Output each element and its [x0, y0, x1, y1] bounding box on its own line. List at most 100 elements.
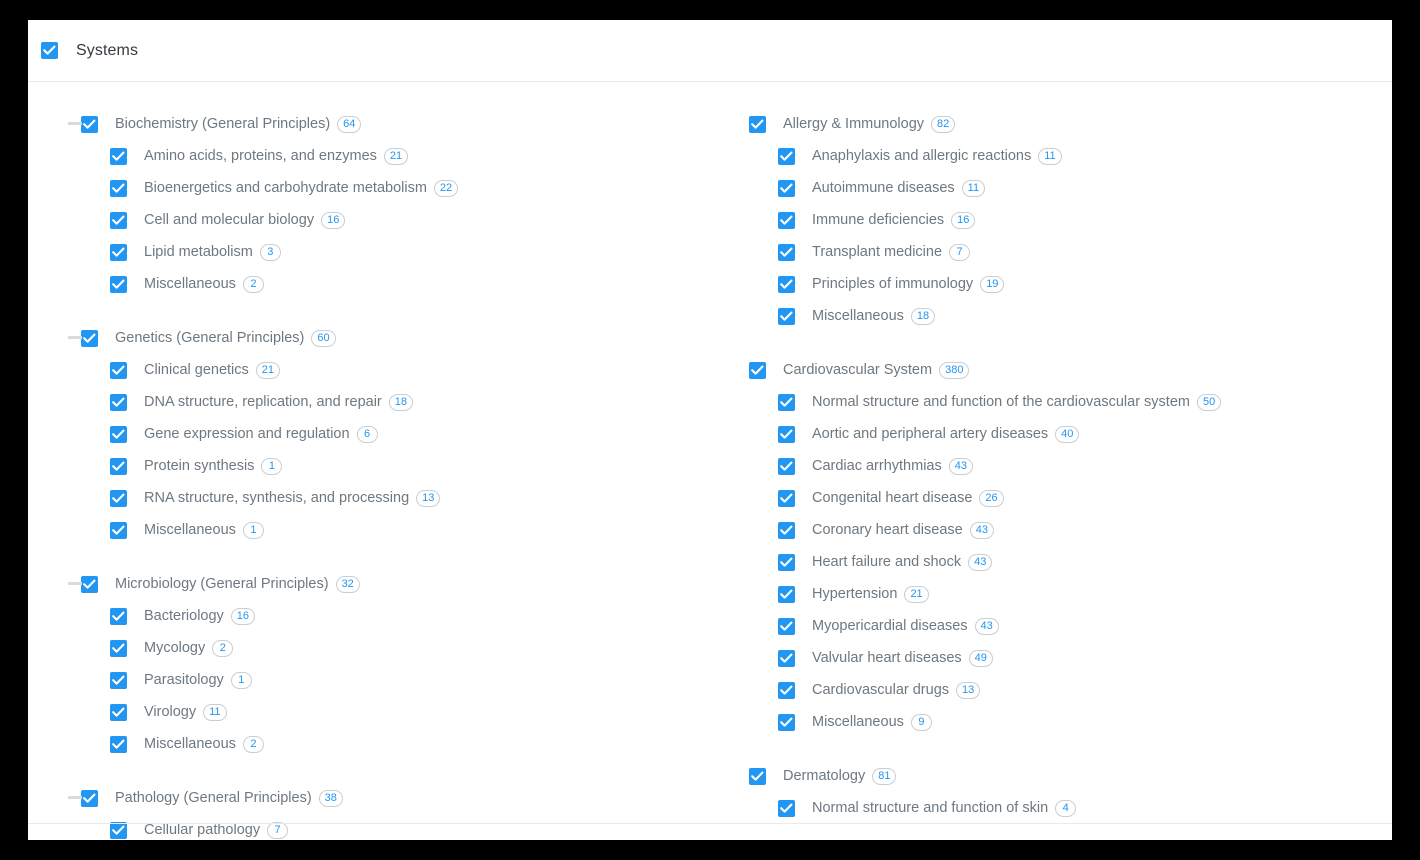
minus-collapse-icon[interactable] — [68, 582, 82, 585]
group-checkbox-cardiovascular-system[interactable] — [749, 361, 766, 379]
system-subtopic-row[interactable]: Normal structure and function of skin 4 — [749, 792, 1392, 824]
subtopic-checkbox-cell-and-molecular-biology[interactable] — [110, 211, 127, 229]
system-subtopic-row[interactable]: Parasitology 1 — [81, 664, 710, 696]
system-subtopic-row[interactable]: Cardiovascular drugs 13 — [749, 674, 1392, 706]
system-subtopic-row[interactable]: Bioenergetics and carbohydrate metabolis… — [81, 172, 710, 204]
subtopic-checkbox-normal-structure-and-function-of-the-cardiov[interactable] — [778, 393, 795, 411]
subtopic-label: Valvular heart diseases — [812, 650, 962, 666]
subtopic-checkbox-principles-of-immunology[interactable] — [778, 275, 795, 293]
subtopic-label: Amino acids, proteins, and enzymes — [144, 148, 377, 164]
system-group-row[interactable]: Biochemistry (General Principles) 64 — [81, 108, 710, 140]
system-subtopic-row[interactable]: Immune deficiencies 16 — [749, 204, 1392, 236]
system-subtopic-row[interactable]: Mycology 2 — [81, 632, 710, 664]
system-subtopic-row[interactable]: Miscellaneous 2 — [81, 268, 710, 300]
subtopic-checkbox-gene-expression-and-regulation[interactable] — [110, 425, 127, 443]
system-subtopic-row[interactable]: Aortic and peripheral artery diseases 40 — [749, 418, 1392, 450]
systems-column-right: Allergy & Immunology 82 Anaphylaxis and al… — [710, 108, 1392, 839]
subtopic-checkbox-myopericardial-diseases[interactable] — [778, 617, 795, 635]
question-count-badge: 1 — [230, 671, 252, 689]
system-group-row[interactable]: Cardiovascular System 380 — [749, 354, 1392, 386]
subtopic-checkbox-congenital-heart-disease[interactable] — [778, 489, 795, 507]
system-subtopic-row[interactable]: Principles of immunology 19 — [749, 268, 1392, 300]
subtopic-checkbox-transplant-medicine[interactable] — [778, 243, 795, 261]
system-group-row[interactable]: Pathology (General Principles) 38 — [81, 782, 710, 814]
system-subtopic-row[interactable]: Coronary heart disease 43 — [749, 514, 1392, 546]
system-subtopic-row[interactable]: Cardiac arrhythmias 43 — [749, 450, 1392, 482]
system-subtopic-row[interactable]: Virology 11 — [81, 696, 710, 728]
subtopic-checkbox-protein-synthesis[interactable] — [110, 457, 127, 475]
system-subtopic-row[interactable]: Amino acids, proteins, and enzymes 21 — [81, 140, 710, 172]
subtopic-checkbox-cellular-pathology[interactable] — [110, 821, 127, 839]
system-subtopic-row[interactable]: DNA structure, replication, and repair 18 — [81, 386, 710, 418]
subtopic-checkbox-lipid-metabolism[interactable] — [110, 243, 127, 261]
system-group-row[interactable]: Genetics (General Principles) 60 — [81, 322, 710, 354]
system-group-allergy-immunology: Allergy & Immunology 82 Anaphylaxis and al… — [749, 108, 1392, 332]
group-checkbox-biochemistry-general-principles[interactable] — [81, 115, 98, 133]
system-subtopic-row[interactable]: Autoimmune diseases 11 — [749, 172, 1392, 204]
subtopic-checkbox-coronary-heart-disease[interactable] — [778, 521, 795, 539]
minus-collapse-icon[interactable] — [68, 796, 82, 799]
system-subtopic-row[interactable]: Valvular heart diseases 49 — [749, 642, 1392, 674]
subtopic-checkbox-rna-structure-synthesis-and-processing[interactable] — [110, 489, 127, 507]
group-checkbox-genetics-general-principles[interactable] — [81, 329, 98, 347]
subtopic-checkbox-miscellaneous[interactable] — [110, 735, 127, 753]
question-count-badge: 16 — [951, 211, 976, 229]
subtopic-label: Protein synthesis — [144, 458, 255, 474]
system-subtopic-row[interactable]: Transplant medicine 7 — [749, 236, 1392, 268]
system-subtopic-row[interactable]: Anaphylaxis and allergic reactions 11 — [749, 140, 1392, 172]
subtopic-label: Cell and molecular biology — [144, 212, 315, 228]
subtopic-checkbox-amino-acids-proteins-and-enzymes[interactable] — [110, 147, 127, 165]
system-subtopic-row[interactable]: Gene expression and regulation 6 — [81, 418, 710, 450]
minus-collapse-icon[interactable] — [68, 336, 82, 339]
subtopic-label: Lipid metabolism — [144, 244, 253, 260]
system-subtopic-row[interactable]: Normal structure and function of the car… — [749, 386, 1392, 418]
system-group-row[interactable]: Allergy & Immunology 82 — [749, 108, 1392, 140]
system-subtopic-row[interactable]: Hypertension 21 — [749, 578, 1392, 610]
system-subtopic-row[interactable]: Lipid metabolism 3 — [81, 236, 710, 268]
system-subtopic-row[interactable]: Miscellaneous 18 — [749, 300, 1392, 332]
subtopic-checkbox-virology[interactable] — [110, 703, 127, 721]
system-subtopic-row[interactable]: Cellular pathology 7 — [81, 814, 710, 840]
subtopic-checkbox-miscellaneous[interactable] — [778, 713, 795, 731]
group-checkbox-dermatology[interactable] — [749, 767, 766, 785]
subtopic-checkbox-cardiovascular-drugs[interactable] — [778, 681, 795, 699]
subtopic-checkbox-parasitology[interactable] — [110, 671, 127, 689]
system-subtopic-row[interactable]: Cell and molecular biology 16 — [81, 204, 710, 236]
subtopic-checkbox-dna-structure-replication-and-repair[interactable] — [110, 393, 127, 411]
group-checkbox-pathology-general-principles[interactable] — [81, 789, 98, 807]
group-checkbox-allergy-immunology[interactable] — [749, 115, 766, 133]
subtopic-checkbox-cardiac-arrhythmias[interactable] — [778, 457, 795, 475]
systems-master-checkbox[interactable] — [41, 42, 58, 59]
check-icon — [112, 461, 125, 471]
subtopic-checkbox-normal-structure-and-function-of-skin[interactable] — [778, 799, 795, 817]
subtopic-checkbox-clinical-genetics[interactable] — [110, 361, 127, 379]
question-count-badge: 64 — [337, 115, 362, 133]
subtopic-checkbox-bacteriology[interactable] — [110, 607, 127, 625]
system-group-row[interactable]: Microbiology (General Principles) 32 — [81, 568, 710, 600]
subtopic-checkbox-miscellaneous[interactable] — [110, 275, 127, 293]
system-subtopic-row[interactable]: Miscellaneous 2 — [81, 728, 710, 760]
system-subtopic-row[interactable]: Myopericardial diseases 43 — [749, 610, 1392, 642]
subtopic-checkbox-anaphylaxis-and-allergic-reactions[interactable] — [778, 147, 795, 165]
subtopic-checkbox-miscellaneous[interactable] — [778, 307, 795, 325]
system-subtopic-row[interactable]: Heart failure and shock 43 — [749, 546, 1392, 578]
system-subtopic-row[interactable]: Congenital heart disease 26 — [749, 482, 1392, 514]
subtopic-checkbox-mycology[interactable] — [110, 639, 127, 657]
minus-collapse-icon[interactable] — [68, 122, 82, 125]
subtopic-checkbox-heart-failure-and-shock[interactable] — [778, 553, 795, 571]
subtopic-checkbox-immune-deficiencies[interactable] — [778, 211, 795, 229]
subtopic-checkbox-valvular-heart-diseases[interactable] — [778, 649, 795, 667]
subtopic-checkbox-autoimmune-diseases[interactable] — [778, 179, 795, 197]
system-subtopic-row[interactable]: Protein synthesis 1 — [81, 450, 710, 482]
subtopic-checkbox-bioenergetics-and-carbohydrate-metabolism[interactable] — [110, 179, 127, 197]
system-subtopic-row[interactable]: RNA structure, synthesis, and processing… — [81, 482, 710, 514]
system-group-row[interactable]: Dermatology 81 — [749, 760, 1392, 792]
subtopic-checkbox-miscellaneous[interactable] — [110, 521, 127, 539]
system-subtopic-row[interactable]: Clinical genetics 21 — [81, 354, 710, 386]
group-checkbox-microbiology-general-principles[interactable] — [81, 575, 98, 593]
system-subtopic-row[interactable]: Miscellaneous 9 — [749, 706, 1392, 738]
subtopic-checkbox-aortic-and-peripheral-artery-diseases[interactable] — [778, 425, 795, 443]
system-subtopic-row[interactable]: Miscellaneous 1 — [81, 514, 710, 546]
subtopic-checkbox-hypertension[interactable] — [778, 585, 795, 603]
system-subtopic-row[interactable]: Bacteriology 16 — [81, 600, 710, 632]
